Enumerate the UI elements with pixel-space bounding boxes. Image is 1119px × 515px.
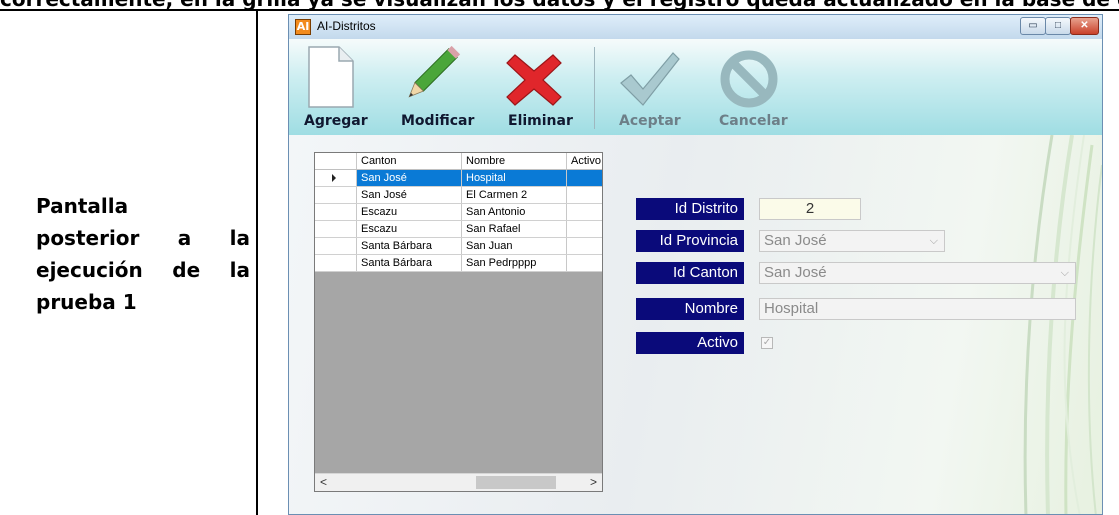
minimize-button[interactable]: ▭ (1020, 17, 1046, 35)
id-provincia-value: San José (764, 232, 827, 249)
cell-canton[interactable]: Santa Bárbara (357, 255, 462, 271)
form-area: Canton Nombre Activo San José Hospital S… (289, 135, 1102, 514)
row-selector[interactable] (315, 255, 357, 271)
cell-canton[interactable]: San José (357, 170, 462, 186)
aceptar-label: Aceptar (619, 113, 681, 129)
grid-header: Canton Nombre Activo (315, 153, 602, 170)
cell-activo[interactable] (567, 238, 602, 254)
agregar-label: Agregar (304, 113, 368, 129)
decorative-grass-graphic (1023, 135, 1102, 514)
toolbar: Agregar Modificar Eliminar Aceptar Cance… (289, 39, 1102, 135)
nombre-field[interactable]: Hospital (759, 298, 1076, 320)
document-cell-label: Pantalla posterior a la ejecución de la … (36, 190, 250, 318)
cell-activo[interactable] (567, 170, 602, 186)
label-line-4: prueba 1 (36, 290, 137, 314)
modificar-button[interactable]: Modificar (397, 39, 479, 135)
header-nombre[interactable]: Nombre (462, 153, 567, 169)
maximize-button[interactable]: □ (1045, 17, 1071, 35)
row-selector[interactable] (315, 170, 357, 186)
app-window: AI AI-Distritos ▭ □ ✕ Agregar Modificar (288, 14, 1103, 515)
table-row[interactable]: Escazu San Rafael (315, 221, 602, 238)
cell-canton[interactable]: Escazu (357, 204, 462, 220)
row-selector[interactable] (315, 204, 357, 220)
header-row-selector (315, 153, 357, 169)
cell-activo[interactable] (567, 255, 602, 271)
cut-off-heading-text: correctamente, en la grilla ya se visual… (0, 0, 1119, 9)
cell-activo[interactable] (567, 221, 602, 237)
app-icon[interactable]: AI (295, 19, 311, 35)
agregar-button[interactable]: Agregar (289, 39, 381, 135)
cell-nombre[interactable]: San Antonio (462, 204, 567, 220)
id-distrito-field[interactable]: 2 (759, 198, 861, 220)
row-selector[interactable] (315, 221, 357, 237)
cancelar-label: Cancelar (719, 113, 788, 129)
cell-activo[interactable] (567, 187, 602, 203)
cut-off-heading-row: correctamente, en la grilla ya se visual… (0, 0, 1119, 11)
cell-nombre[interactable]: San Juan (462, 238, 567, 254)
current-row-arrow-icon (332, 174, 336, 182)
close-button[interactable]: ✕ (1070, 17, 1099, 35)
cell-nombre[interactable]: San Pedrpppp (462, 255, 567, 271)
modificar-label: Modificar (401, 113, 475, 129)
pencil-icon (408, 45, 461, 98)
table-row[interactable]: Santa Bárbara San Pedrpppp (315, 255, 602, 272)
scroll-right-icon[interactable]: > (585, 474, 602, 491)
distritos-grid[interactable]: Canton Nombre Activo San José Hospital S… (314, 152, 603, 492)
id-canton-select[interactable]: San José ⌵ (759, 262, 1076, 284)
chevron-down-icon[interactable]: ⌵ (1061, 263, 1069, 283)
checkmark-icon (620, 52, 680, 106)
id-provincia-select[interactable]: San José ⌵ (759, 230, 945, 252)
cell-nombre[interactable]: San Rafael (462, 221, 567, 237)
activo-label: Activo (636, 332, 744, 354)
scroll-left-icon[interactable]: < (315, 474, 332, 491)
eliminar-label: Eliminar (508, 113, 573, 129)
table-row[interactable]: Escazu San Antonio (315, 204, 602, 221)
window-title: AI-Distritos (317, 19, 376, 33)
cell-nombre[interactable]: El Carmen 2 (462, 187, 567, 203)
red-x-icon (506, 54, 562, 106)
id-canton-value: San José (764, 264, 827, 281)
eliminar-button[interactable]: Eliminar (495, 39, 575, 135)
cancel-circle-icon (720, 50, 778, 108)
id-canton-label: Id Canton (636, 262, 744, 284)
cell-nombre[interactable]: Hospital (462, 170, 567, 186)
header-canton[interactable]: Canton (357, 153, 462, 169)
table-column-divider (256, 10, 258, 515)
table-row[interactable]: San José El Carmen 2 (315, 187, 602, 204)
id-distrito-label: Id Distrito (636, 198, 744, 220)
row-selector[interactable] (315, 238, 357, 254)
label-line-2: posterior a la (36, 226, 250, 250)
table-row[interactable]: San José Hospital (315, 170, 602, 187)
label-line-3: ejecución de la (36, 258, 250, 282)
cell-canton[interactable]: Santa Bárbara (357, 238, 462, 254)
aceptar-button[interactable]: Aceptar (609, 39, 689, 135)
blank-page-icon (308, 46, 354, 108)
nombre-label: Nombre (636, 298, 744, 320)
table-row[interactable]: Santa Bárbara San Juan (315, 238, 602, 255)
checkmark-icon: ✓ (762, 337, 772, 348)
horizontal-scrollbar[interactable]: < > (315, 473, 602, 491)
id-provincia-label: Id Provincia (636, 230, 744, 252)
chevron-down-icon[interactable]: ⌵ (930, 231, 938, 251)
header-activo[interactable]: Activo (567, 153, 602, 169)
title-bar[interactable]: AI AI-Distritos ▭ □ ✕ (289, 15, 1102, 39)
cell-activo[interactable] (567, 204, 602, 220)
activo-checkbox[interactable]: ✓ (761, 337, 773, 349)
cancelar-button[interactable]: Cancelar (709, 39, 799, 135)
toolbar-separator (594, 47, 595, 129)
row-selector[interactable] (315, 187, 357, 203)
cell-canton[interactable]: Escazu (357, 221, 462, 237)
cell-canton[interactable]: San José (357, 187, 462, 203)
scrollbar-thumb[interactable] (476, 476, 556, 489)
label-line-1: Pantalla (36, 194, 129, 218)
